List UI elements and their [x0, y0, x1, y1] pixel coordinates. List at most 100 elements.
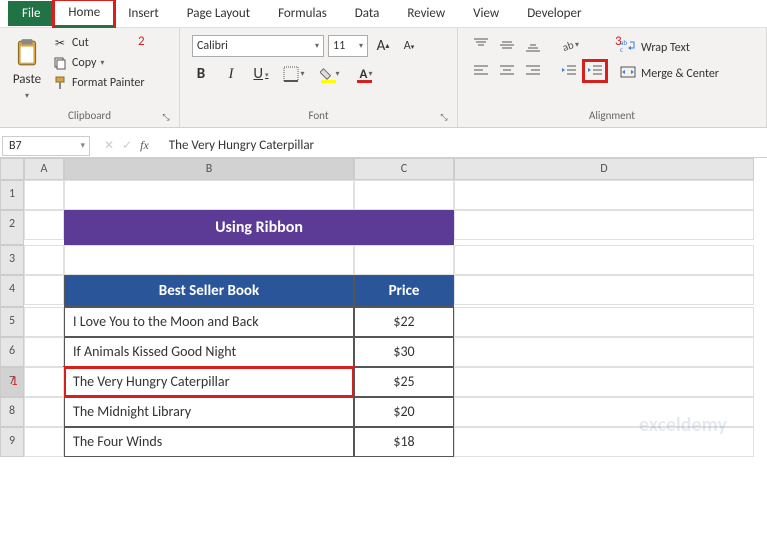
cell[interactable]: [354, 245, 454, 275]
tab-data[interactable]: Data: [341, 1, 394, 26]
cell[interactable]: [24, 307, 64, 337]
cell[interactable]: [454, 367, 754, 397]
orientation-button[interactable]: ab▾: [558, 35, 580, 55]
table-cell[interactable]: The Four Winds: [64, 427, 354, 457]
table-cell[interactable]: If Animals Kissed Good Night: [64, 337, 354, 367]
clipboard-group-label: Clipboard⤡: [6, 107, 173, 125]
col-header-b[interactable]: B: [64, 158, 354, 180]
formula-bar[interactable]: The Very Hungry Caterpillar: [163, 136, 767, 155]
merge-icon: [620, 65, 636, 83]
cell[interactable]: [454, 427, 754, 457]
table-header-price[interactable]: Price: [354, 275, 454, 307]
font-color-button[interactable]: A▾: [354, 63, 378, 85]
font-name-select[interactable]: Calibri▾: [192, 35, 324, 57]
table-cell[interactable]: $20: [354, 397, 454, 427]
cell[interactable]: [24, 337, 64, 367]
wrap-text-button[interactable]: abc Wrap Text: [620, 39, 719, 57]
row-header-6[interactable]: 6: [0, 337, 24, 367]
align-bottom-button[interactable]: [522, 35, 544, 55]
cancel-icon[interactable]: ✕: [104, 138, 114, 153]
row-header-8[interactable]: 8: [0, 397, 24, 427]
enter-icon[interactable]: ✓: [122, 138, 132, 153]
select-all-button[interactable]: [0, 158, 24, 180]
annotation-1: 1: [11, 374, 18, 389]
row-header-2[interactable]: 2: [0, 210, 24, 245]
cell[interactable]: [24, 210, 64, 240]
table-header-book[interactable]: Best Seller Book: [64, 275, 354, 307]
borders-button[interactable]: ▾: [282, 63, 306, 85]
col-header-d[interactable]: D: [454, 158, 754, 180]
brush-icon: [52, 75, 68, 91]
cell[interactable]: [454, 275, 754, 305]
underline-button[interactable]: U▾: [252, 63, 270, 85]
table-cell[interactable]: $25: [354, 367, 454, 397]
dialog-launcher-icon[interactable]: ⤡: [439, 112, 449, 122]
decrease-font-button[interactable]: A▾: [398, 35, 420, 57]
svg-text:ab: ab: [561, 38, 575, 53]
cell[interactable]: [454, 307, 754, 337]
row-header-5[interactable]: 5: [0, 307, 24, 337]
tab-home[interactable]: Home: [54, 0, 114, 28]
align-center-button[interactable]: [496, 61, 518, 81]
cell[interactable]: [454, 180, 754, 210]
name-box[interactable]: B7: [2, 136, 90, 156]
paste-button[interactable]: Paste ▾: [6, 31, 48, 107]
tab-developer[interactable]: Developer: [513, 1, 595, 26]
table-cell[interactable]: I Love You to the Moon and Back: [64, 307, 354, 337]
cell[interactable]: [454, 397, 754, 427]
row-header-3[interactable]: 3: [0, 245, 24, 275]
col-header-c[interactable]: C: [354, 158, 454, 180]
bold-button[interactable]: B: [192, 63, 210, 85]
cut-button[interactable]: ✂ Cut: [52, 35, 145, 51]
fx-icon[interactable]: fx: [140, 138, 149, 153]
row-header-9[interactable]: 9: [0, 427, 24, 457]
merge-center-button[interactable]: Merge & Center: [620, 65, 719, 83]
tab-insert[interactable]: Insert: [114, 1, 173, 26]
cell[interactable]: [24, 427, 64, 457]
col-header-a[interactable]: A: [24, 158, 64, 180]
table-cell[interactable]: $18: [354, 427, 454, 457]
selected-cell[interactable]: The Very Hungry Caterpillar: [64, 367, 354, 397]
table-cell[interactable]: The Midnight Library: [64, 397, 354, 427]
increase-indent-button[interactable]: [584, 61, 606, 81]
copy-button[interactable]: Copy ▾: [52, 55, 145, 71]
cell[interactable]: 1: [24, 367, 64, 397]
align-top-button[interactable]: [470, 35, 492, 55]
cell[interactable]: [24, 275, 64, 305]
cell[interactable]: [24, 397, 64, 427]
italic-button[interactable]: I: [222, 63, 240, 85]
table-cell[interactable]: $30: [354, 337, 454, 367]
tab-formulas[interactable]: Formulas: [264, 1, 341, 26]
cell[interactable]: [454, 210, 754, 240]
cell[interactable]: [64, 180, 354, 210]
tab-review[interactable]: Review: [393, 1, 459, 26]
sheet-title[interactable]: Using Ribbon: [64, 210, 454, 245]
table-cell[interactable]: $22: [354, 307, 454, 337]
row-header-1[interactable]: 1: [0, 180, 24, 210]
decrease-indent-button[interactable]: [558, 61, 580, 81]
cell[interactable]: [24, 180, 64, 210]
tab-view[interactable]: View: [459, 1, 513, 26]
tab-page-layout[interactable]: Page Layout: [173, 1, 264, 26]
format-painter-label: Format Painter: [72, 76, 145, 90]
align-right-button[interactable]: [522, 61, 544, 81]
cell[interactable]: [24, 245, 64, 275]
wrap-text-icon: abc: [620, 39, 636, 57]
row-header-4[interactable]: 4: [0, 275, 24, 307]
align-middle-button[interactable]: [496, 35, 518, 55]
increase-font-button[interactable]: A▴: [372, 35, 394, 57]
chevron-down-icon: ▾: [100, 58, 104, 68]
font-size-select[interactable]: 11▾: [328, 35, 368, 57]
format-painter-button[interactable]: Format Painter: [52, 75, 145, 91]
cell[interactable]: [454, 337, 754, 367]
fill-color-button[interactable]: ▾: [318, 63, 342, 85]
cell[interactable]: [454, 245, 754, 275]
align-left-button[interactable]: [470, 61, 492, 81]
cell[interactable]: [64, 245, 354, 275]
dialog-launcher-icon[interactable]: ⤡: [161, 112, 171, 122]
spreadsheet-grid: A B C D 1 2 Using Ribbon 3 4 Best Seller…: [0, 158, 767, 457]
cut-label: Cut: [72, 36, 89, 50]
scissors-icon: ✂: [52, 35, 68, 51]
cell[interactable]: [354, 180, 454, 210]
tab-file[interactable]: File: [8, 1, 54, 26]
